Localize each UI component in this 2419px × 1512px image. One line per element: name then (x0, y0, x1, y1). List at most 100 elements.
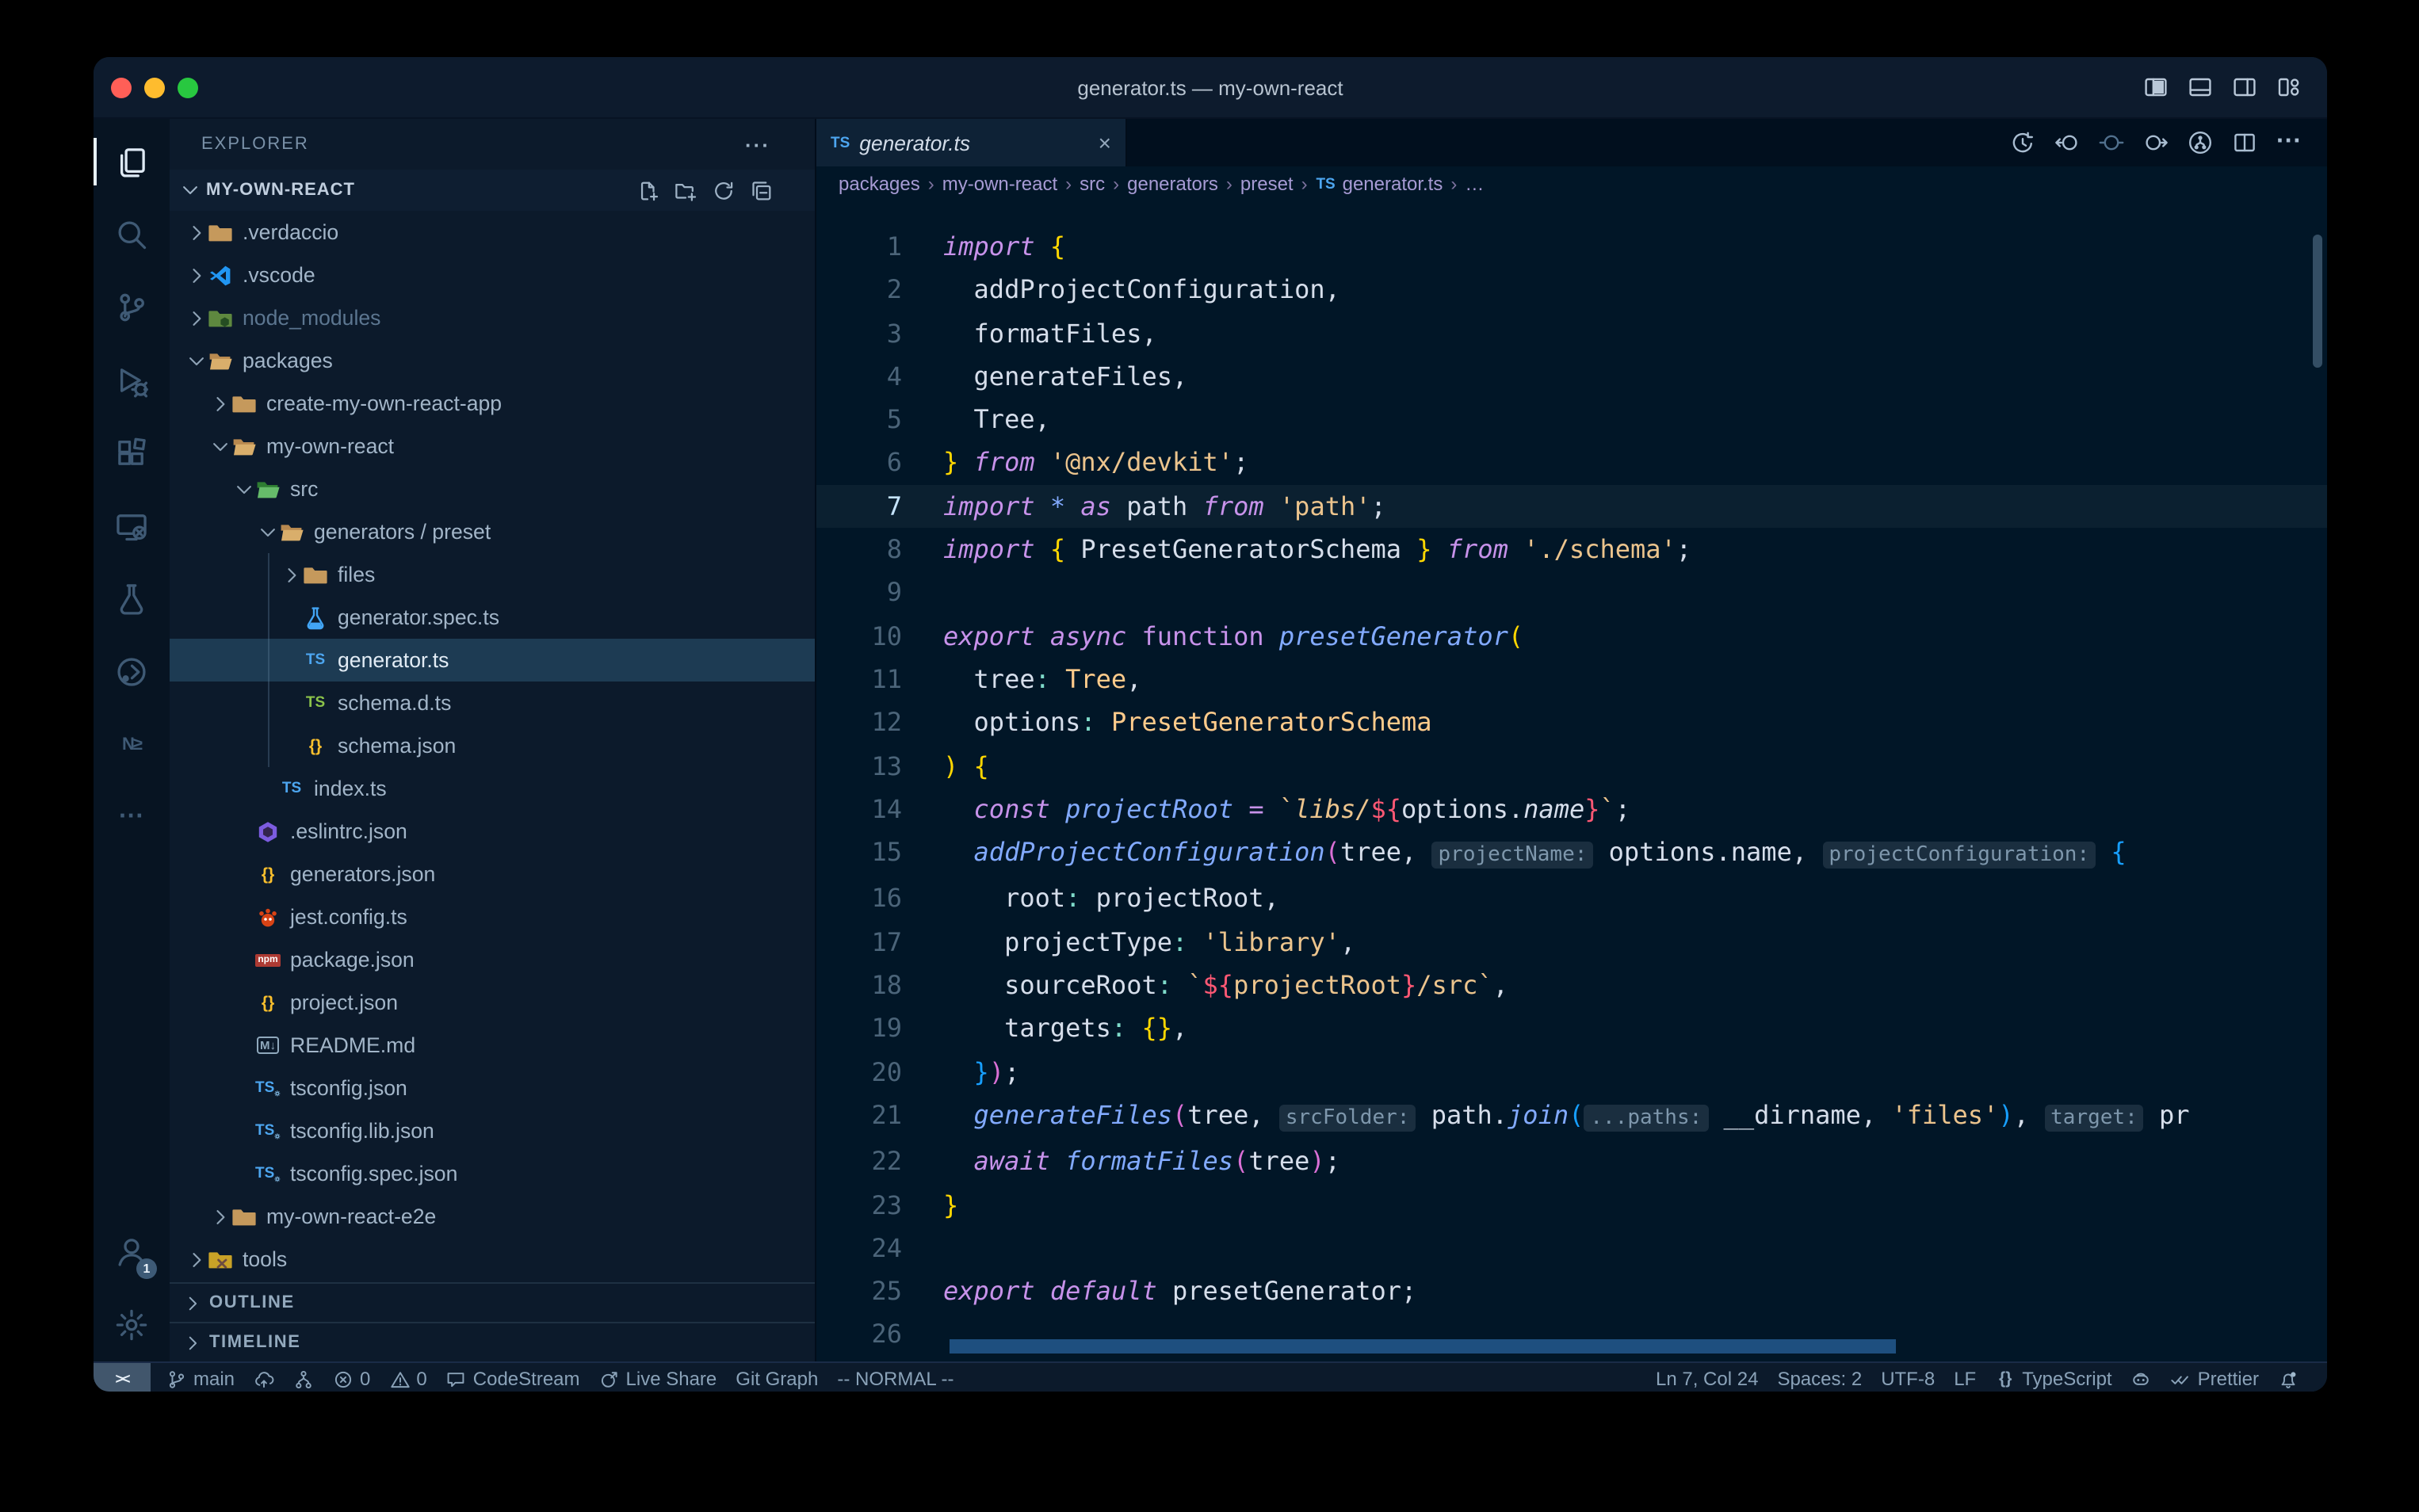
tab-generator-ts[interactable]: TS generator.ts × (816, 119, 1127, 166)
code-line[interactable]: 19 targets: {}, (816, 1007, 2327, 1051)
status-item-warnings[interactable]: 0 (380, 1363, 436, 1392)
activity-item-testing[interactable] (94, 563, 170, 636)
tree-item[interactable]: TSschema.d.ts (170, 682, 815, 724)
collapse-all-icon[interactable] (750, 178, 774, 202)
horizontal-scrollbar[interactable] (950, 1339, 1896, 1354)
breadcrumb-item[interactable]: preset (1240, 173, 1294, 195)
tree-item[interactable]: {}generators.json (170, 853, 815, 895)
chevron-right-icon[interactable] (281, 563, 303, 586)
code-line[interactable]: 12 options: PresetGeneratorSchema (816, 701, 2327, 745)
title-bar[interactable]: generator.ts — my-own-react (94, 57, 2327, 119)
tree-item[interactable]: generator.spec.ts (170, 596, 815, 639)
code-line[interactable]: 8import { PresetGeneratorSchema } from '… (816, 528, 2327, 571)
code-line[interactable]: 21 generateFiles(tree, srcFolder: path.j… (816, 1094, 2327, 1140)
breadcrumb-item[interactable]: … (1465, 173, 1484, 195)
breadcrumb-item[interactable]: generators (1127, 173, 1218, 195)
status-item-eol[interactable]: LF (1944, 1363, 1985, 1392)
chevron-down-icon[interactable] (209, 435, 231, 457)
code-line[interactable]: 2 addProjectConfiguration, (816, 269, 2327, 312)
status-item-encoding[interactable]: UTF-8 (1871, 1363, 1944, 1392)
code-line[interactable]: 1import { (816, 225, 2327, 269)
breadcrumb-item[interactable]: TSgenerator.ts (1316, 173, 1443, 195)
code-line[interactable]: 14 const projectRoot = `libs/${options.n… (816, 788, 2327, 831)
activity-item-source-control[interactable] (94, 271, 170, 344)
code-line[interactable]: 18 sourceRoot: `${projectRoot}/src`, (816, 964, 2327, 1007)
tree-item[interactable]: {}schema.json (170, 724, 815, 767)
status-item-git-graph[interactable]: Git Graph (726, 1363, 827, 1392)
activity-item-extensions[interactable] (94, 417, 170, 490)
activity-item-search[interactable] (94, 198, 170, 271)
tree-item[interactable]: create-my-own-react-app (170, 382, 815, 425)
chevron-down-icon[interactable] (233, 478, 255, 500)
git-graph-icon[interactable] (2188, 130, 2213, 155)
tree-item[interactable]: {}project.json (170, 981, 815, 1024)
tree-item[interactable]: tools (170, 1238, 815, 1281)
code-line[interactable]: 10export async function presetGenerator( (816, 614, 2327, 658)
tree-item[interactable]: src (170, 468, 815, 510)
breadcrumb-item[interactable]: my-own-react (942, 173, 1057, 195)
activity-item-run-debug[interactable] (94, 344, 170, 417)
layout-sidebar-right-icon[interactable] (2232, 74, 2257, 100)
activity-item-explorer[interactable] (94, 125, 170, 198)
activity-item-settings[interactable] (94, 1289, 170, 1361)
nav-back-icon[interactable] (2054, 130, 2080, 155)
layout-panel-icon[interactable] (2188, 74, 2213, 100)
status-item-notifications[interactable] (2268, 1363, 2308, 1392)
code-line[interactable]: 4 generateFiles, (816, 355, 2327, 399)
activity-item-accounts[interactable]: 1 (94, 1216, 170, 1289)
activity-item-live-share[interactable] (94, 636, 170, 708)
layout-sidebar-icon[interactable] (2143, 74, 2169, 100)
chevron-right-icon[interactable] (185, 264, 208, 286)
close-tab-icon[interactable]: × (1099, 130, 1111, 155)
code-line[interactable]: 24 (816, 1227, 2327, 1270)
nav-forward-icon[interactable] (2143, 130, 2169, 155)
chevron-right-icon[interactable] (185, 221, 208, 243)
code-line[interactable]: 13) { (816, 744, 2327, 788)
tree-item[interactable]: packages (170, 339, 815, 382)
code-line[interactable]: 11 tree: Tree, (816, 658, 2327, 701)
tree-item[interactable]: M↓README.md (170, 1024, 815, 1067)
split-editor-icon[interactable] (2232, 130, 2257, 155)
activity-item-nx-console[interactable]: N≥ (94, 708, 170, 781)
tree-item[interactable]: .eslintrc.json (170, 810, 815, 853)
sidebar-panel-timeline[interactable]: TIMELINE (170, 1322, 815, 1361)
new-folder-icon[interactable] (674, 178, 697, 202)
tree-item[interactable]: .verdaccio (170, 211, 815, 254)
tree-item[interactable]: .vscode (170, 254, 815, 296)
views-more-actions-icon[interactable]: ··· (745, 132, 770, 156)
minimize-window-button[interactable] (144, 77, 165, 97)
status-item-formatter[interactable]: Prettier (2161, 1363, 2268, 1392)
chevron-right-icon[interactable] (185, 307, 208, 329)
code-line[interactable]: 3 formatFiles, (816, 311, 2327, 355)
status-item-copilot[interactable] (2122, 1363, 2161, 1392)
layout-customize-icon[interactable] (2276, 74, 2302, 100)
tree-item[interactable]: TStsconfig.lib.json (170, 1109, 815, 1152)
sidebar-panel-outline[interactable]: OUTLINE (170, 1282, 815, 1322)
status-item-live-share[interactable]: Live Share (590, 1363, 727, 1392)
code-line[interactable]: 16 root: projectRoot, (816, 877, 2327, 921)
timeline-history-icon[interactable] (2010, 130, 2035, 155)
refresh-icon[interactable] (712, 178, 736, 202)
tree-item[interactable]: TStsconfig.json (170, 1067, 815, 1109)
code-editor[interactable]: 1import {2 addProjectConfiguration,3 for… (816, 201, 2327, 1361)
zoom-window-button[interactable] (178, 77, 198, 97)
tree-item[interactable]: TSgenerator.ts (170, 639, 815, 682)
status-item-indentation[interactable]: Spaces: 2 (1767, 1363, 1871, 1392)
close-window-button[interactable] (111, 77, 132, 97)
nav-current-icon[interactable] (2099, 130, 2124, 155)
status-item-vim-mode[interactable]: -- NORMAL -- (827, 1363, 963, 1392)
code-line[interactable]: 20 }); (816, 1050, 2327, 1094)
code-line[interactable]: 15 addProjectConfiguration(tree, project… (816, 830, 2327, 877)
code-line[interactable]: 17 projectType: 'library', (816, 921, 2327, 964)
tree-item[interactable]: npmpackage.json (170, 938, 815, 981)
tree-item[interactable]: jest.config.ts (170, 895, 815, 938)
vertical-scrollbar[interactable] (2313, 235, 2322, 368)
status-item-remote[interactable]: >< (94, 1363, 151, 1392)
status-item-publish[interactable] (244, 1363, 284, 1392)
status-item-language[interactable]: {}TypeScript (1985, 1363, 2121, 1392)
tree-item[interactable]: TStsconfig.spec.json (170, 1152, 815, 1195)
status-item-cursor-position[interactable]: Ln 7, Col 24 (1646, 1363, 1767, 1392)
breadcrumb-item[interactable]: src (1080, 173, 1105, 195)
code-line[interactable]: 5 Tree, (816, 398, 2327, 441)
code-line[interactable]: 6} from '@nx/devkit'; (816, 441, 2327, 485)
